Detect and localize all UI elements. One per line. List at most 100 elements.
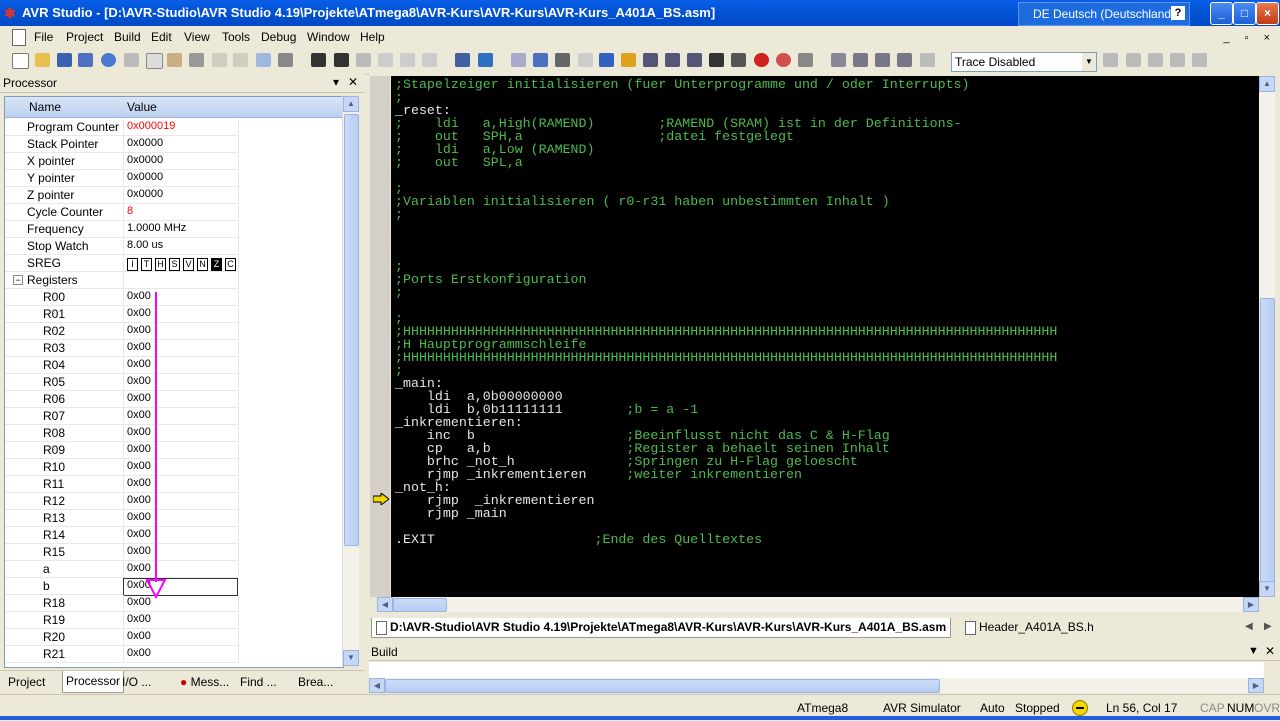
tab-processor[interactable]: Processor — [62, 671, 125, 693]
editor-scroll-down-icon[interactable]: ▼ — [1259, 581, 1275, 597]
windows-icon[interactable] — [256, 53, 271, 67]
tab-next-icon[interactable]: ▶ — [1264, 621, 1272, 632]
code-line[interactable]: ; — [395, 208, 403, 221]
sreg-flag[interactable]: N — [197, 258, 208, 271]
register-row[interactable]: R21 0x00 — [5, 646, 343, 663]
menu-window[interactable]: Window — [307, 30, 350, 44]
memory-view-icon[interactable] — [853, 53, 868, 67]
sreg-flag[interactable]: H — [155, 258, 166, 271]
code-line[interactable]: ; out SPL,a — [395, 156, 523, 169]
menu-project[interactable]: Project — [66, 30, 103, 44]
build-output[interactable] — [369, 662, 1264, 678]
sreg-flag[interactable]: T — [141, 258, 152, 271]
code-line[interactable]: ;Ports Erstkonfiguration — [395, 273, 587, 286]
tab-header-file[interactable]: Header_A401A_BS.h — [963, 618, 1094, 637]
code-line[interactable]: .EXIT ;Ende des Quelltextes — [395, 533, 762, 546]
collapse-icon[interactable]: − — [13, 275, 23, 285]
code-editor[interactable]: ;Stapelzeiger initialisieren (fuer Unter… — [391, 76, 1259, 597]
code-line[interactable]: ;Stapelzeiger initialisieren (fuer Unter… — [395, 78, 970, 91]
code-line[interactable]: rjmp _inkrementieren ;weiter inkrementie… — [395, 468, 802, 481]
column-name-header[interactable]: Name — [29, 100, 61, 114]
processor-row[interactable]: Stop Watch 8.00 us — [5, 238, 343, 255]
trace-view-icon[interactable] — [920, 53, 935, 67]
pause-icon[interactable] — [578, 53, 593, 67]
undo-icon[interactable] — [212, 53, 227, 67]
registers-group-row[interactable]: − Registers — [5, 272, 343, 289]
trace-icon-2[interactable] — [1126, 53, 1141, 67]
build-scroll-left-icon[interactable]: ◀ — [369, 678, 385, 693]
debug-start-icon[interactable] — [455, 53, 470, 67]
menu-help[interactable]: Help — [360, 30, 385, 44]
trace-icon-1[interactable] — [1103, 53, 1118, 67]
sreg-flag[interactable]: S — [169, 258, 180, 271]
run-to-cursor-icon[interactable] — [665, 53, 680, 67]
sreg-flag[interactable]: C — [225, 258, 236, 271]
scroll-thumb[interactable] — [344, 114, 359, 546]
copy-icon[interactable] — [146, 53, 163, 69]
register-value[interactable]: 0x00 — [127, 613, 151, 625]
language-indicator[interactable]: DE Deutsch (Deutschland) ? — [1018, 2, 1190, 26]
build-scroll-right-icon[interactable]: ▶ — [1248, 678, 1264, 693]
menu-debug[interactable]: Debug — [261, 30, 296, 44]
menu-file[interactable]: File — [34, 30, 53, 44]
code-line[interactable]: ; — [395, 286, 403, 299]
editor-vertical-scrollbar[interactable]: ▲ ▼ — [1259, 76, 1275, 597]
editor-hscroll-thumb[interactable] — [393, 598, 447, 612]
clear-breakpoints-icon[interactable] — [776, 53, 791, 67]
processor-row[interactable]: X pointer 0x0000 — [5, 153, 343, 170]
processor-row[interactable]: Frequency 1.0000 MHz — [5, 221, 343, 238]
menu-edit[interactable]: Edit — [151, 30, 172, 44]
redo-icon[interactable] — [233, 53, 248, 67]
tab-find[interactable]: Find ... — [240, 674, 277, 692]
editor-scroll-left-icon[interactable]: ◀ — [377, 597, 393, 612]
editor-scroll-right-icon[interactable]: ▶ — [1243, 597, 1259, 612]
io-view-icon[interactable] — [875, 53, 890, 67]
step-out-icon[interactable] — [643, 53, 658, 67]
processor-row[interactable]: Z pointer 0x0000 — [5, 187, 343, 204]
paste-icon[interactable] — [167, 53, 182, 67]
editor-scroll-thumb[interactable] — [1260, 298, 1275, 590]
new-file-icon[interactable] — [12, 53, 29, 69]
editor-horizontal-scrollbar[interactable]: ◀ ▶ — [377, 597, 1259, 612]
processor-row[interactable]: Program Counter 0x000019 — [5, 119, 343, 136]
tab-project[interactable]: Project — [8, 674, 45, 692]
debug-run-icon[interactable] — [478, 53, 493, 67]
build-icon[interactable] — [356, 53, 371, 67]
trace-icon-4[interactable] — [1170, 53, 1185, 67]
sreg-flag[interactable]: Z — [211, 258, 222, 271]
refresh-icon[interactable] — [101, 53, 116, 67]
register-view-icon[interactable] — [897, 53, 912, 67]
register-row[interactable]: R19 0x00 — [5, 612, 343, 629]
sreg-flag[interactable]: I — [127, 258, 138, 271]
processor-row[interactable]: Stack Pointer 0x0000 — [5, 136, 343, 153]
auto-step-icon[interactable] — [687, 53, 702, 67]
tab-breakpoints[interactable]: Brea... — [298, 674, 333, 692]
print-icon[interactable] — [189, 53, 204, 67]
register-value[interactable]: 0x00 — [127, 630, 151, 642]
help-icon[interactable]: ? — [1171, 6, 1185, 20]
trace-icon-3[interactable] — [1148, 53, 1163, 67]
breakpoint-icon[interactable] — [754, 53, 769, 67]
build-horizontal-scrollbar[interactable]: ◀ ▶ — [369, 678, 1264, 693]
menu-tools[interactable]: Tools — [222, 30, 250, 44]
build-close-icon[interactable]: ✕ — [1265, 644, 1275, 658]
processor-row[interactable]: Cycle Counter 8 — [5, 204, 343, 221]
panel-menu-chevron-icon[interactable]: ▾ — [333, 75, 339, 89]
braces-icon[interactable] — [709, 53, 724, 67]
menu-build[interactable]: Build — [114, 30, 141, 44]
trace-icon-5[interactable] — [1192, 53, 1207, 67]
avr-icon[interactable] — [334, 53, 349, 67]
mdi-controls[interactable]: _ ▫ × — [1223, 32, 1276, 44]
avr-app-icon[interactable]: ✱ — [4, 5, 20, 21]
build-menu-chevron-icon[interactable]: ▼ — [1248, 645, 1259, 657]
code-line[interactable]: ;Variablen initialisieren ( r0-r31 haben… — [395, 195, 890, 208]
tab-asm-file[interactable]: D:\AVR-Studio\AVR Studio 4.19\Projekte\A… — [371, 618, 952, 638]
step-over-icon[interactable] — [621, 53, 636, 67]
trace-select[interactable]: Trace Disabled ▼ — [951, 52, 1097, 72]
register-row[interactable]: R20 0x00 — [5, 629, 343, 646]
stop-icon[interactable] — [533, 53, 548, 67]
find-icon[interactable] — [278, 53, 293, 67]
tab-messages[interactable]: ● Mess... — [180, 674, 229, 692]
processor-row[interactable]: Y pointer 0x0000 — [5, 170, 343, 187]
processor-view-icon[interactable] — [831, 53, 846, 67]
